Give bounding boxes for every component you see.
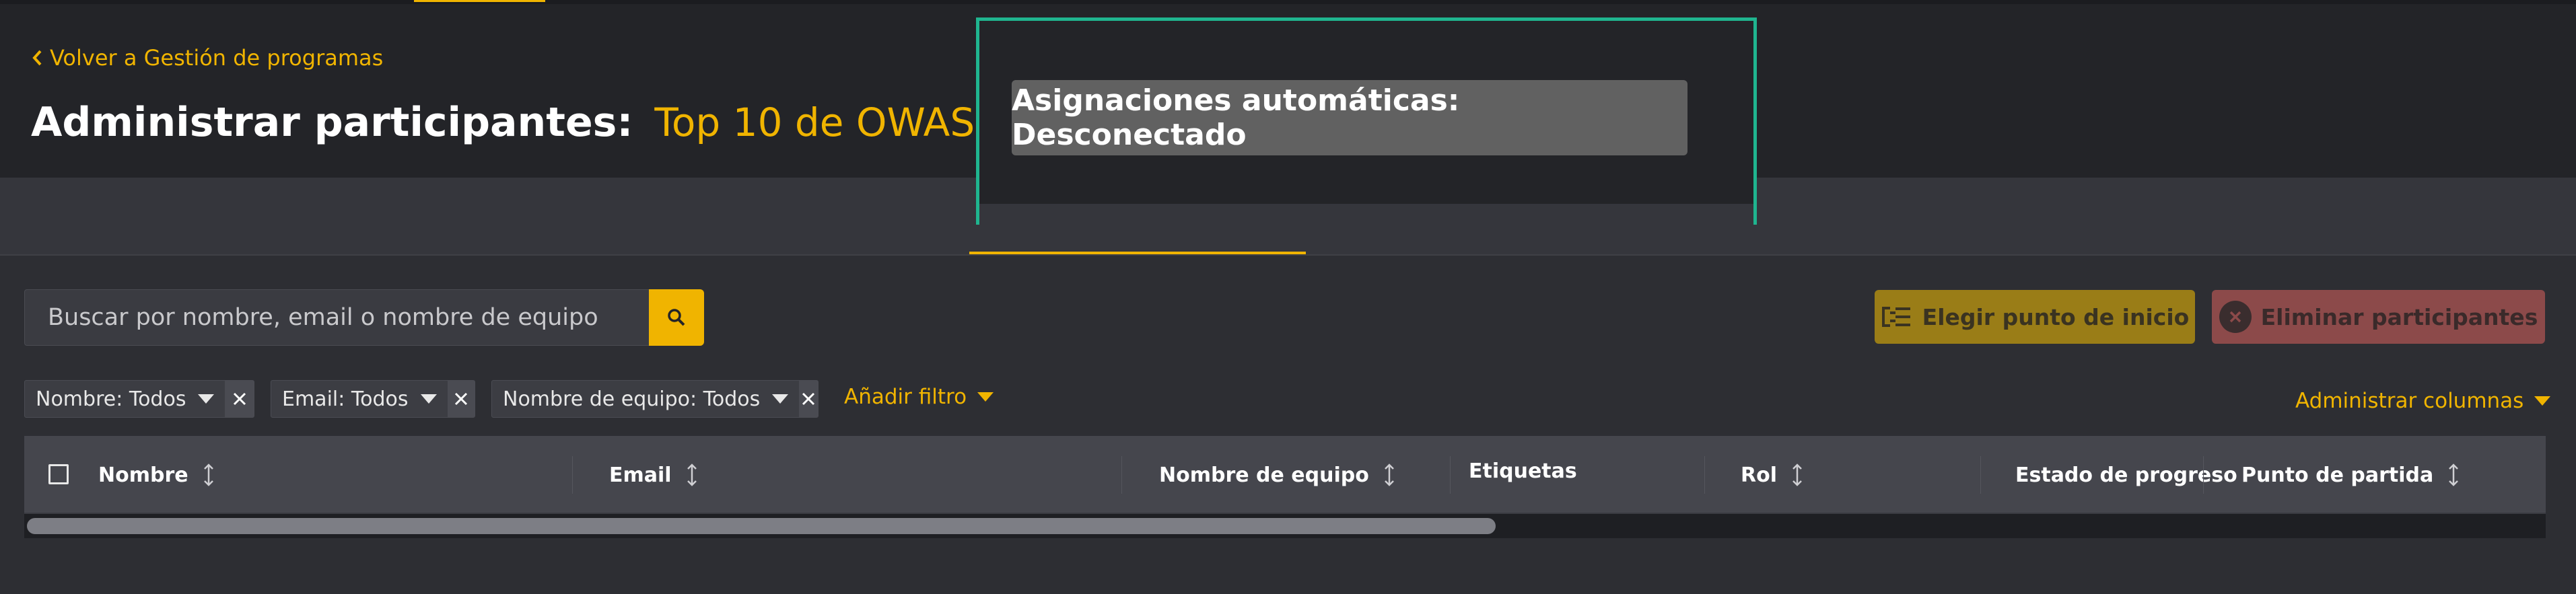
program-name-link[interactable]: Top 10 de OWASP xyxy=(654,100,998,145)
manage-columns-button[interactable]: Administrar columnas xyxy=(2295,389,2551,413)
filter-chip-name-label: Nombre: Todos xyxy=(36,387,186,411)
sort-icon xyxy=(1384,463,1394,486)
column-header-label: Punto de partida xyxy=(2241,463,2434,487)
caret-down-icon xyxy=(772,394,789,404)
filter-chip-team: Nombre de equipo: Todos xyxy=(491,380,819,418)
back-link[interactable]: Volver a Gestión de programas xyxy=(31,44,383,71)
filter-chip-email-dropdown[interactable]: Email: Todos xyxy=(271,387,448,411)
page-title: Administrar participantes: xyxy=(31,99,633,146)
caret-down-icon xyxy=(198,394,215,404)
choose-start-point-button[interactable]: Elegir punto de inicio xyxy=(1875,290,2195,344)
column-divider[interactable] xyxy=(2203,456,2204,494)
column-header-start-point[interactable]: Punto de partida xyxy=(2241,436,2459,514)
column-divider[interactable] xyxy=(1450,456,1451,494)
column-header-label: Nombre de equipo xyxy=(1159,463,1369,487)
column-divider[interactable] xyxy=(1704,456,1705,494)
search-button[interactable] xyxy=(649,289,704,346)
caret-down-icon xyxy=(977,392,994,402)
sort-icon xyxy=(687,463,697,486)
manage-columns-label: Administrar columnas xyxy=(2295,389,2524,413)
delete-participants-button[interactable]: Eliminar participantes xyxy=(2212,290,2545,344)
choose-start-point-label: Elegir punto de inicio xyxy=(1922,303,2190,330)
column-divider[interactable] xyxy=(1980,456,1981,494)
column-header-team[interactable]: Nombre de equipo xyxy=(1159,436,1395,514)
search-input[interactable] xyxy=(24,289,650,346)
column-divider[interactable] xyxy=(572,456,573,494)
close-icon[interactable] xyxy=(225,381,254,417)
filter-chip-name-dropdown[interactable]: Nombre: Todos xyxy=(25,387,225,411)
close-circle-icon xyxy=(2219,301,2252,333)
close-icon[interactable] xyxy=(799,381,818,417)
column-header-label: Nombre xyxy=(98,463,188,487)
add-filter-label: Añadir filtro xyxy=(844,385,967,409)
filter-chip-name: Nombre: Todos xyxy=(24,380,254,418)
auto-assign-highlight: Asignaciones automáticas: Desconectado xyxy=(976,17,1757,225)
select-all-checkbox[interactable] xyxy=(48,464,69,484)
close-icon[interactable] xyxy=(447,381,475,417)
column-header-label: Email xyxy=(609,463,672,487)
tabs-divider xyxy=(0,254,2576,256)
horizontal-scrollbar-thumb[interactable] xyxy=(27,518,1496,534)
caret-down-icon xyxy=(420,394,437,404)
back-link-label: Volver a Gestión de programas xyxy=(50,45,384,71)
column-divider[interactable] xyxy=(1121,456,1122,494)
add-filter-button[interactable]: Añadir filtro xyxy=(844,385,994,409)
column-header-tags: Etiquetas xyxy=(1469,432,1577,510)
flow-start-icon xyxy=(1881,307,1910,327)
filter-chip-email-label: Email: Todos xyxy=(282,387,409,411)
sort-icon xyxy=(203,463,213,486)
search-icon xyxy=(668,309,685,326)
sort-icon xyxy=(2449,463,2459,486)
column-header-email[interactable]: Email xyxy=(609,436,697,514)
filter-chip-team-label: Nombre de equipo: Todos xyxy=(503,387,761,411)
chevron-left-icon xyxy=(32,50,42,66)
column-header-name[interactable]: Nombre xyxy=(98,436,214,514)
delete-participants-label: Eliminar participantes xyxy=(2260,303,2538,330)
filter-chip-email: Email: Todos xyxy=(271,380,475,418)
column-header-progress: Estado de progreso xyxy=(2015,436,2237,514)
column-header-label: Estado de progreso xyxy=(2015,463,2237,487)
table-header: Nombre Email Nombre de equipo Etiquetas … xyxy=(24,436,2546,514)
tabs-bar-fragment xyxy=(979,204,1753,225)
column-header-label: Rol xyxy=(1741,463,1777,487)
title-row: Administrar participantes: Top 10 de OWA… xyxy=(31,96,1096,149)
top-accent-bar xyxy=(414,0,545,2)
caret-down-icon xyxy=(2534,396,2551,406)
column-header-label: Etiquetas xyxy=(1469,459,1577,483)
filter-chip-team-dropdown[interactable]: Nombre de equipo: Todos xyxy=(492,387,799,411)
auto-assign-button[interactable]: Asignaciones automáticas: Desconectado xyxy=(1012,80,1687,155)
column-header-role[interactable]: Rol xyxy=(1741,436,1803,514)
sort-icon xyxy=(1792,463,1802,486)
